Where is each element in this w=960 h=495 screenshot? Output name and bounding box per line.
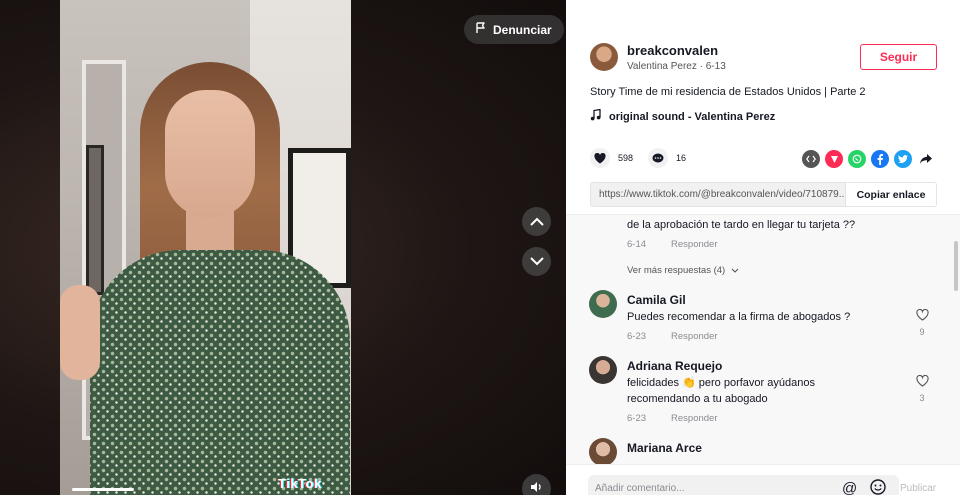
post-info-panel: breakconvalen Valentina Perez · 6-13 Seg… [566, 0, 960, 495]
author-avatar[interactable] [590, 43, 618, 71]
comment-count: 16 [676, 153, 687, 163]
comments-list[interactable]: de la aprobación te tardo en llegar tu t… [566, 214, 960, 464]
comment-date: 6-23 [627, 331, 647, 342]
comment-like-count: 3 [919, 393, 925, 403]
facebook-icon[interactable] [871, 150, 889, 168]
reply-button[interactable]: Responder [671, 239, 717, 250]
video-person-hand [60, 285, 100, 380]
heart-outline-icon [915, 374, 929, 389]
report-button[interactable]: Denunciar [464, 15, 564, 44]
share-bar [802, 150, 935, 168]
comment-like-count: 9 [919, 327, 925, 337]
comment-text: felicidades 👏 pero porfavor ayúdanos rec… [627, 375, 815, 407]
commenter-name[interactable]: Mariana Arce [627, 441, 702, 455]
embed-icon[interactable] [802, 150, 820, 168]
more-replies-label: Ver más respuestas (4) [627, 265, 726, 276]
comment-meta: 6-14 Responder [627, 239, 718, 250]
comment-meta: 6-23 Responder [627, 413, 718, 424]
follow-button[interactable]: Seguir [860, 44, 937, 70]
chevron-down-icon [731, 265, 739, 276]
author-username[interactable]: breakconvalen [627, 43, 718, 58]
author-display-name: Valentina Perez [627, 61, 697, 72]
friends-icon[interactable] [825, 150, 843, 168]
report-label: Denunciar [493, 22, 552, 37]
comment-like-button[interactable]: 3 [914, 374, 930, 403]
video-person-dress [90, 250, 350, 495]
music-note-icon [590, 108, 601, 124]
like-button[interactable]: 598 [590, 148, 633, 168]
next-video-button[interactable] [522, 247, 551, 276]
comment-text: Puedes recomendar a la firma de abogados… [627, 311, 851, 323]
comment-button[interactable]: 16 [648, 148, 686, 168]
view-more-replies-button[interactable]: Ver más respuestas (4) [627, 265, 739, 276]
chevron-up-icon [529, 213, 544, 231]
commenter-avatar[interactable] [589, 356, 617, 384]
mention-icon[interactable]: @ [842, 480, 857, 495]
comment-meta: 6-23 Responder [627, 331, 718, 342]
post-description: Story Time de mi residencia de Estados U… [590, 86, 866, 98]
author-subline: Valentina Perez · 6-13 [627, 61, 726, 72]
commenter-name[interactable]: Camila Gil [627, 293, 686, 307]
comment-text: de la aprobación te tardo en llegar tu t… [627, 219, 856, 231]
sound-label: original sound - Valentina Perez [609, 110, 776, 123]
video-frame[interactable] [60, 0, 351, 495]
heart-icon [590, 148, 610, 168]
video-link-text[interactable]: https://www.tiktok.com/@breakconvalen/vi… [591, 189, 845, 200]
comment-date: 6-23 [627, 413, 647, 424]
publish-button[interactable]: Publicar [900, 483, 936, 494]
post-date: 6-13 [705, 61, 726, 72]
speaker-icon [530, 480, 543, 495]
reply-button[interactable]: Responder [671, 413, 717, 424]
share-arrow-icon[interactable] [917, 150, 935, 168]
whatsapp-icon[interactable] [848, 150, 866, 168]
comment-text-line: recomendando a tu abogado [627, 393, 768, 405]
comment-like-button[interactable]: 9 [914, 308, 930, 337]
reply-button[interactable]: Responder [671, 331, 717, 342]
post-sound[interactable]: original sound - Valentina Perez [590, 108, 776, 124]
comment-text-line: felicidades 👏 pero porfavor ayúdanos [627, 377, 815, 389]
emoji-icon[interactable] [870, 479, 886, 495]
video-progress-bar[interactable] [72, 488, 134, 491]
comment-bubble-icon [648, 148, 668, 168]
commenter-name[interactable]: Adriana Requejo [627, 359, 722, 373]
volume-button[interactable] [522, 474, 551, 495]
heart-outline-icon [915, 308, 929, 323]
video-mirror [86, 145, 104, 295]
commenter-avatar[interactable] [589, 438, 617, 464]
video-person-face [165, 90, 255, 218]
flag-icon [476, 22, 487, 37]
chevron-down-icon [529, 253, 544, 271]
comment-date: 6-14 [627, 239, 647, 250]
previous-video-button[interactable] [522, 207, 551, 236]
twitter-icon[interactable] [894, 150, 912, 168]
subline-separator: · [696, 61, 706, 72]
copy-link-button[interactable]: Copiar enlace [845, 183, 936, 206]
like-count: 598 [618, 153, 634, 163]
video-link-box: https://www.tiktok.com/@breakconvalen/vi… [590, 182, 937, 207]
tiktok-watermark: TikTok [278, 476, 322, 491]
comments-scrollbar[interactable] [954, 241, 958, 291]
commenter-avatar[interactable] [589, 290, 617, 318]
video-player[interactable]: Denunciar TikTok [0, 0, 566, 495]
